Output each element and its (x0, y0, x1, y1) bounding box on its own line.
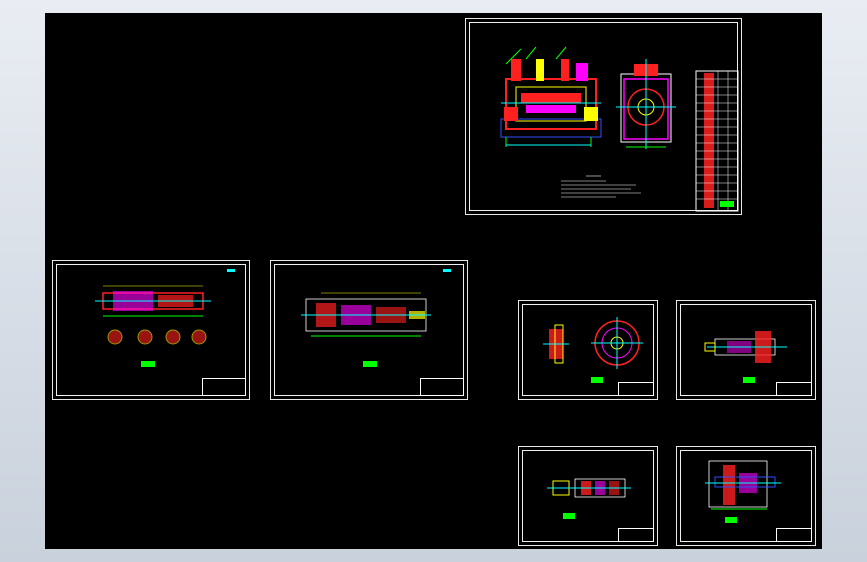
parts-list-table (695, 70, 739, 212)
gear-front-view (591, 317, 643, 369)
technical-notes (561, 175, 641, 198)
tech-requirement-note (141, 361, 155, 367)
title-block (420, 378, 464, 396)
cad-model-space[interactable] (45, 13, 822, 549)
gear-drawing-sheet[interactable] (518, 300, 658, 400)
title-block (618, 382, 654, 396)
assembly-drawing-sheet[interactable] (465, 18, 742, 215)
shaft-section-views (107, 329, 207, 345)
assembly-drawing-graphics (500, 46, 739, 212)
gear-section-view (543, 324, 569, 364)
gear-shaft-drawing-sheet[interactable] (676, 300, 816, 400)
title-block (202, 378, 246, 396)
assembly-front-view (500, 46, 602, 147)
stepped-shaft-view (301, 292, 431, 337)
small-shaft-drawing-sheet[interactable] (518, 446, 658, 546)
title-block (618, 528, 654, 542)
assembly-side-view (616, 59, 676, 149)
housing-view (705, 460, 781, 510)
shaft-main-view (95, 285, 211, 317)
gear-shaft-view (704, 331, 787, 363)
title-block (776, 528, 812, 542)
shaft-drawing-1-sheet[interactable] (52, 260, 250, 400)
housing-drawing-sheet[interactable] (676, 446, 816, 546)
shaft-drawing-2-sheet[interactable] (270, 260, 468, 400)
title-block (776, 382, 812, 396)
small-shaft-view (547, 478, 631, 498)
